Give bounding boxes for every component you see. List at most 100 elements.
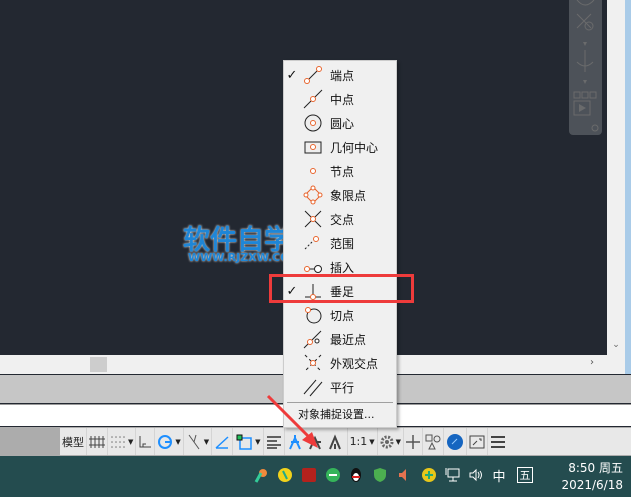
endpoint-snap-icon [304,66,322,84]
menu-item-center[interactable]: 圆心 [284,111,396,135]
chevron-down-icon[interactable]: ▼ [255,438,260,446]
node-snap-icon [310,168,316,174]
isolate-objects-button[interactable] [444,428,468,455]
security-shield-icon[interactable] [371,466,389,484]
ortho-button[interactable] [136,428,156,455]
tangent-snap-icon [305,307,322,324]
navigation-bar[interactable] [569,0,602,135]
navigation-bar-icons [573,0,599,132]
annotation-button[interactable] [285,428,348,455]
ime-mode-label: 五 [519,469,531,482]
extension-snap-icon [304,236,319,250]
menu-item-label: 范围 [330,236,355,251]
object-snap-icon [236,434,252,450]
status-bar: 模型 ▼ ▼ ▼ ▼ 1:1 ▼ ▼ [0,427,631,456]
units-icon [425,434,441,449]
model-space-button[interactable]: 模型 [60,428,87,455]
polar-button[interactable]: ▼ [155,428,184,455]
menu-item-intersection[interactable]: 交点 [284,207,396,231]
clock-time: 8:50 周五 [568,461,623,475]
annotation-scale: 1:1 [349,435,368,448]
clock-date: 2021/6/18 [561,478,623,492]
solidworks-icon[interactable] [300,466,318,484]
menu-item-label: 最近点 [330,332,367,347]
lineweight-icon [266,435,281,449]
volume-icon[interactable] [396,466,414,484]
ime-language[interactable]: 中 [490,466,508,485]
menu-item-label: 象限点 [330,188,367,203]
isodraft-button[interactable]: ▼ [184,428,213,455]
parallel-snap-icon [303,379,323,397]
network-icon[interactable] [444,466,462,484]
speaker-icon[interactable] [467,466,485,484]
chevron-down-icon[interactable]: ▼ [128,438,133,446]
object-snap-settings-item[interactable]: 对象捕捉设置... [298,406,394,422]
menu-item-label: 中点 [330,92,355,107]
vertical-scrollbar[interactable]: ⌄ [607,0,625,374]
qq-icon[interactable] [347,466,365,484]
snap-grid-icon [111,435,125,448]
menu-item-label: 端点 [330,68,355,83]
snap-mode-button[interactable]: ▼ [108,428,137,455]
object-tracking-button[interactable] [212,428,234,455]
menu-item-apparent-intersection[interactable]: 外观交点 [284,351,396,375]
add-app-icon[interactable] [420,466,438,484]
chevron-down-icon[interactable]: ▼ [175,438,180,446]
taskbar: 中 五 8:50 周五 2021/6/18 [0,456,631,497]
object-tracking-icon [215,435,229,449]
menu-item-label: 外观交点 [330,356,379,371]
object-snap-menu: ✓ 端点 中点 圆心 几何中心 节点 象限点 交点 范围 插入 ✓ 垂足 切点 最近点 外观交点 平行 对象捕… [283,60,397,428]
clock[interactable]: 8:50 周五 2021/6/18 [540,460,623,494]
menu-item-endpoint[interactable]: ✓ 端点 [284,63,396,87]
ime-language-label: 中 [492,469,506,485]
grid-icon [89,435,105,448]
menu-item-midpoint[interactable]: 中点 [284,87,396,111]
scroll-down-icon[interactable]: ⌄ [607,340,625,354]
ime-mode[interactable]: 五 [517,467,533,483]
nearest-snap-icon [303,330,322,349]
menu-item-nearest[interactable]: 最近点 [284,327,396,351]
annotation-monitor-button[interactable] [404,428,424,455]
menu-item-label: 切点 [330,308,355,323]
isometric-icon [188,434,200,449]
polar-tracking-icon [158,434,173,449]
menu-item-label: 交点 [330,212,355,227]
menu-item-quadrant[interactable]: 象限点 [284,183,396,207]
apparent-intersection-snap-icon [304,354,322,372]
menu-item-node[interactable]: 节点 [284,159,396,183]
tray-app-icon[interactable] [252,466,270,484]
check-icon: ✓ [286,67,298,83]
menu-item-parallel[interactable]: 平行 [284,375,396,399]
midpoint-snap-icon [303,89,323,109]
fullscreen-button[interactable] [467,428,489,455]
menu-item-tangent[interactable]: 切点 [284,303,396,327]
hamburger-icon [491,435,506,448]
scroll-thumb[interactable] [90,357,107,372]
chevron-down-icon[interactable]: ▼ [369,438,374,446]
workspace-button[interactable]: ▼ [378,428,405,455]
grid-button[interactable] [87,428,108,455]
model-label: 模型 [62,435,84,449]
ortho-icon [139,435,152,447]
fullscreen-icon [469,435,485,448]
window-edge [625,0,631,374]
geometric-center-snap-icon [304,141,322,154]
units-button[interactable] [423,428,445,455]
menu-item-geometric-center[interactable]: 几何中心 [284,135,396,159]
scroll-right-icon[interactable]: › [590,357,600,368]
customize-menu-button[interactable] [488,428,508,455]
quadrant-snap-icon [303,185,323,205]
menu-item-extension[interactable]: 范围 [284,231,396,255]
menu-items: ✓ 端点 中点 圆心 几何中心 节点 象限点 交点 范围 插入 ✓ 垂足 切点 最近点 外观交点 平行 [284,61,396,401]
gear-icon [380,435,394,448]
menu-item-label: 几何中心 [330,140,379,155]
chevron-down-icon[interactable]: ▼ [204,438,209,446]
lineweight-button[interactable] [264,428,285,455]
annotation-visibility-icons [288,433,341,449]
menu-item-label: 节点 [330,164,355,179]
chevron-down-icon[interactable]: ▼ [396,438,401,446]
object-snap-button[interactable]: ▼ [233,428,264,455]
browser-icon[interactable] [324,466,342,484]
music-icon[interactable] [276,466,294,484]
annotation-scale-button[interactable]: 1:1 ▼ [348,428,378,455]
